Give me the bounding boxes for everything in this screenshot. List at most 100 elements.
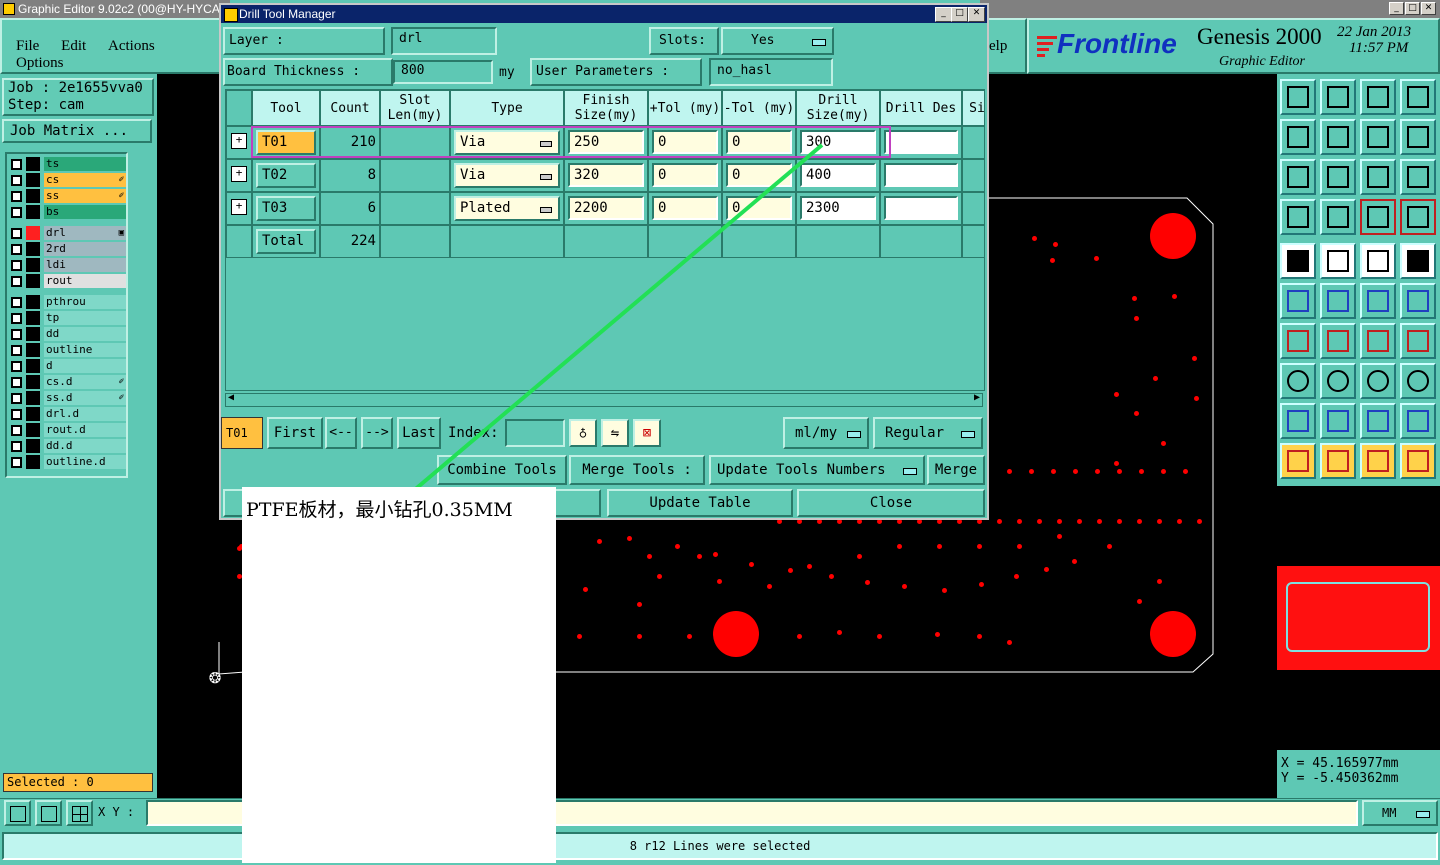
- tool-button[interactable]: [1320, 199, 1356, 235]
- horizontal-scrollbar[interactable]: ◀ ▶: [225, 392, 983, 407]
- layer-row-outline[interactable]: outline: [7, 342, 126, 358]
- units-dropdown[interactable]: ml/my: [783, 417, 869, 449]
- combine-tools-button[interactable]: Combine Tools: [437, 455, 567, 485]
- des-input[interactable]: [884, 163, 958, 187]
- row-expand-toggle[interactable]: +: [226, 159, 252, 192]
- tool-button[interactable]: [1360, 159, 1396, 195]
- mtol-input[interactable]: 0: [726, 130, 792, 154]
- tool-button[interactable]: [1320, 243, 1356, 279]
- tool-button[interactable]: [1400, 363, 1436, 399]
- tool-button[interactable]: [1400, 283, 1436, 319]
- tool-button[interactable]: [1320, 403, 1356, 439]
- tool-button[interactable]: [1320, 323, 1356, 359]
- tool-button[interactable]: [1280, 443, 1316, 479]
- mode-dropdown[interactable]: Regular: [873, 417, 983, 449]
- job-matrix-button[interactable]: Job Matrix ...: [2, 119, 152, 143]
- mtol-input[interactable]: 0: [726, 163, 792, 187]
- layer-row-cs.d[interactable]: cs.d ✐: [7, 374, 126, 390]
- previous-button[interactable]: <--: [325, 417, 357, 449]
- tool-button[interactable]: [1320, 119, 1356, 155]
- layer-checkbox[interactable]: [11, 174, 22, 186]
- dialog-minimize-button[interactable]: _: [935, 7, 952, 22]
- layer-row-bs[interactable]: bs: [7, 204, 126, 220]
- tool-button[interactable]: [1400, 323, 1436, 359]
- dialog-maximize-button[interactable]: □: [951, 7, 968, 22]
- tool-button[interactable]: [1360, 443, 1396, 479]
- layer-row-drl.d[interactable]: drl.d: [7, 406, 126, 422]
- first-button[interactable]: First: [267, 417, 323, 449]
- layer-checkbox[interactable]: [11, 158, 22, 170]
- drill-input[interactable]: 400: [800, 163, 876, 187]
- layer-row-ldi[interactable]: ldi: [7, 257, 126, 273]
- layer-row-ts[interactable]: ts: [7, 156, 126, 172]
- units-selector[interactable]: MM: [1362, 800, 1438, 826]
- layer-checkbox[interactable]: [11, 243, 22, 255]
- tool-button[interactable]: [1280, 119, 1316, 155]
- layer-field[interactable]: drl: [391, 27, 497, 55]
- layer-checkbox[interactable]: [11, 190, 22, 202]
- tool-button[interactable]: [1360, 243, 1396, 279]
- tool-button[interactable]: [1400, 199, 1436, 235]
- tool-button[interactable]: [1400, 159, 1436, 195]
- drill-input[interactable]: 300: [800, 130, 876, 154]
- tool-button-cell[interactable]: T03: [256, 196, 316, 221]
- finish-input[interactable]: 250: [568, 130, 644, 154]
- layer-checkbox[interactable]: [11, 344, 22, 356]
- tool-button[interactable]: [1400, 243, 1436, 279]
- layer-row-dd[interactable]: dd: [7, 326, 126, 342]
- lightbulb-button[interactable]: ♁: [569, 419, 597, 447]
- main-close-button[interactable]: ✕: [1421, 2, 1436, 15]
- des-input[interactable]: [884, 196, 958, 220]
- layer-checkbox[interactable]: [11, 227, 22, 239]
- layer-checkbox[interactable]: [11, 312, 22, 324]
- user-parameters-field[interactable]: no_hasl: [709, 58, 833, 86]
- tool-button[interactable]: [1280, 403, 1316, 439]
- layer-row-outline.d[interactable]: outline.d: [7, 454, 126, 470]
- merge-button[interactable]: Merge: [927, 455, 985, 485]
- row-expand-toggle[interactable]: +: [226, 192, 252, 225]
- drill-input[interactable]: 2300: [800, 196, 876, 220]
- dialog-close-button[interactable]: ✕: [968, 7, 985, 22]
- zoom-fit-button[interactable]: [4, 800, 31, 826]
- layer-row-ss[interactable]: ss ✐: [7, 188, 126, 204]
- tool-button[interactable]: [1360, 119, 1396, 155]
- menu-file[interactable]: File: [16, 38, 39, 54]
- layer-row-ss.d[interactable]: ss.d ✐: [7, 390, 126, 406]
- ptol-input[interactable]: 0: [652, 130, 718, 154]
- layer-row-pthrou[interactable]: pthrou: [7, 294, 126, 310]
- layer-checkbox[interactable]: [11, 376, 22, 388]
- tool-button[interactable]: [1320, 363, 1356, 399]
- layer-row-rout[interactable]: rout: [7, 273, 126, 289]
- tool-button[interactable]: [1280, 363, 1316, 399]
- layer-checkbox[interactable]: [11, 206, 22, 218]
- main-minimize-button[interactable]: _: [1389, 2, 1404, 15]
- close-button[interactable]: Close: [797, 489, 985, 517]
- layer-row-cs[interactable]: cs ✐: [7, 172, 126, 188]
- layer-checkbox[interactable]: [11, 424, 22, 436]
- layer-row-d[interactable]: d: [7, 358, 126, 374]
- tool-button[interactable]: [1400, 79, 1436, 115]
- tool-button[interactable]: [1360, 79, 1396, 115]
- index-input[interactable]: [505, 419, 565, 447]
- zoom-area-button[interactable]: [35, 800, 62, 826]
- tool-button-cell[interactable]: T01: [256, 130, 316, 155]
- layer-checkbox[interactable]: [11, 296, 22, 308]
- delete-button[interactable]: ⊠: [633, 419, 661, 447]
- mtol-input[interactable]: 0: [726, 196, 792, 220]
- tool-button[interactable]: [1320, 283, 1356, 319]
- next-button[interactable]: -->: [361, 417, 393, 449]
- scroll-left-icon[interactable]: ◀: [228, 392, 234, 403]
- layer-checkbox[interactable]: [11, 408, 22, 420]
- board-thickness-input[interactable]: 800: [393, 60, 493, 84]
- tool-button[interactable]: [1360, 363, 1396, 399]
- type-dropdown[interactable]: Plated: [454, 196, 560, 221]
- layer-row-drl[interactable]: drl ▣: [7, 225, 126, 241]
- tool-button-cell[interactable]: T02: [256, 163, 316, 188]
- tool-button[interactable]: [1280, 283, 1316, 319]
- layer-checkbox[interactable]: [11, 259, 22, 271]
- ptol-input[interactable]: 0: [652, 196, 718, 220]
- tool-button[interactable]: [1280, 199, 1316, 235]
- tool-button[interactable]: [1280, 159, 1316, 195]
- layer-checkbox[interactable]: [11, 275, 22, 287]
- mini-map[interactable]: [1277, 486, 1440, 750]
